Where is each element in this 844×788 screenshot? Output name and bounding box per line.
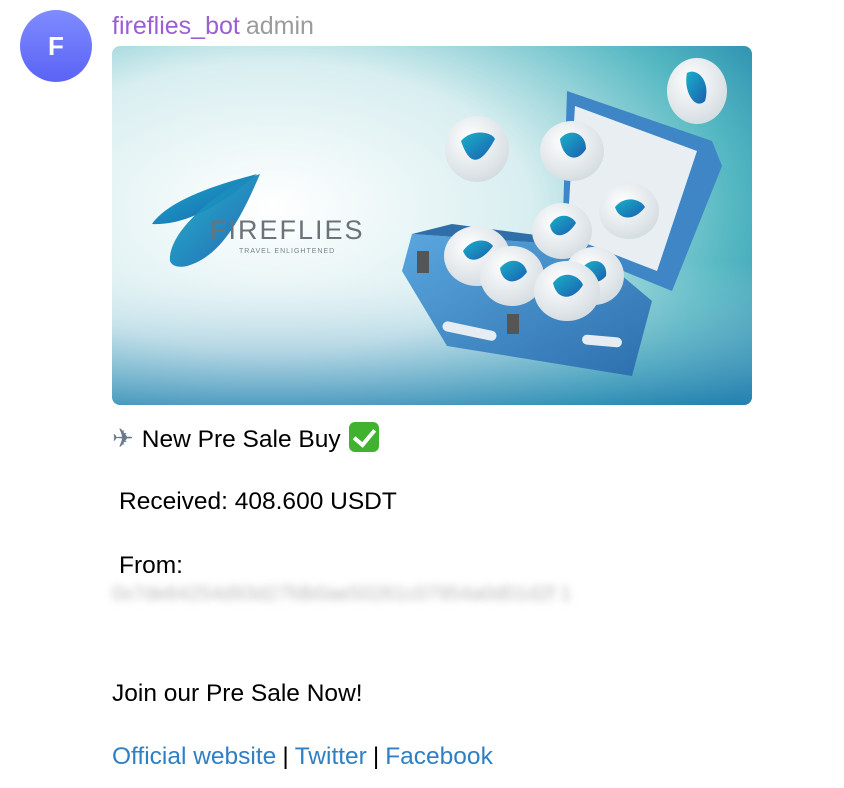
airplane-icon: ✈ <box>112 423 134 453</box>
tagline-text: TRAVEL ENLIGHTENED <box>239 248 335 255</box>
twitter-link[interactable]: Twitter <box>295 743 367 770</box>
message-header: fireflies_bot admin <box>112 12 314 41</box>
avatar[interactable]: F <box>20 10 92 82</box>
facebook-link[interactable]: Facebook <box>385 743 493 770</box>
links-row: Official website | Twitter | Facebook <box>112 742 493 772</box>
message-title: New Pre Sale Buy <box>141 426 341 453</box>
cta-text: Join our Pre Sale Now! <box>112 680 363 707</box>
separator: | <box>372 743 380 770</box>
separator: | <box>282 743 289 770</box>
brand-text: FIREFLIES <box>210 215 365 245</box>
sender-name[interactable]: fireflies_bot <box>112 12 240 40</box>
sender-role: admin <box>245 12 314 40</box>
message-title-line: ✈ New Pre Sale Buy <box>112 422 379 455</box>
check-mark-icon <box>348 422 379 452</box>
avatar-letter: F <box>48 30 64 61</box>
official-website-link[interactable]: Official website <box>112 743 276 770</box>
received-line: Received: 408.600 USDT <box>119 488 397 515</box>
from-label: From: <box>119 552 183 579</box>
from-address: 0x7de64254d93d27fdb0ae50261c07954a0d01d2… <box>112 583 572 605</box>
message-image[interactable]: FIREFLIES TRAVEL ENLIGHTENED <box>112 46 752 405</box>
